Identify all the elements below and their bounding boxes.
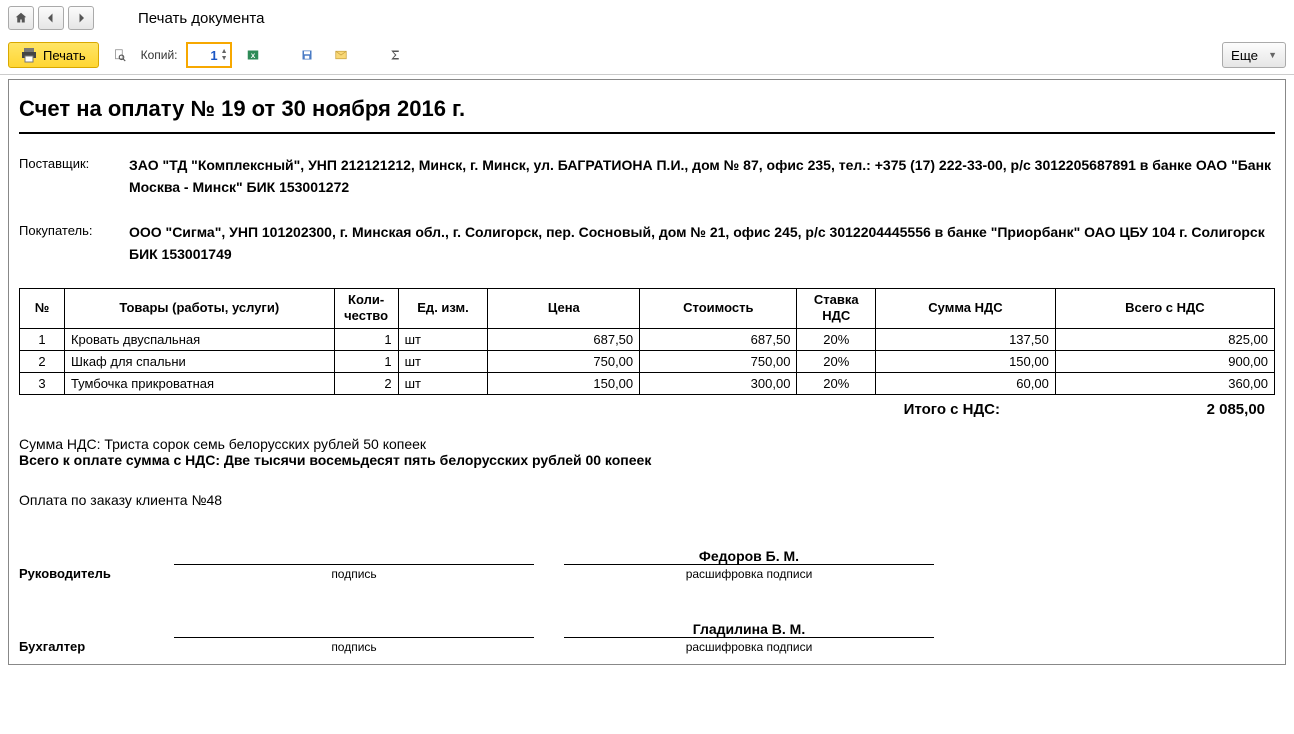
supplier-label: Поставщик: — [19, 154, 129, 171]
col-vatrate: Ставка НДС — [797, 288, 876, 329]
amount-words: Сумма НДС: Триста сорок семь белорусских… — [19, 436, 1275, 468]
cell-price: 687,50 — [488, 329, 640, 351]
items-table: № Товары (работы, услуги) Коли-чество Ед… — [19, 288, 1275, 396]
cell-name: Тумбочка прикроватная — [64, 373, 334, 395]
arrow-left-icon — [45, 10, 57, 26]
arrow-right-icon — [75, 10, 87, 26]
accountant-sig-line: подпись — [174, 637, 534, 654]
sigma-icon — [389, 47, 401, 63]
more-button[interactable]: Еще ▼ — [1222, 42, 1286, 68]
cell-price: 750,00 — [488, 351, 640, 373]
cell-vatsum: 150,00 — [876, 351, 1056, 373]
print-button[interactable]: Печать — [8, 42, 99, 68]
svg-text:X: X — [250, 53, 255, 60]
toolbar: Печать Копий: 1 ▲ ▼ X Еще ▼ — [0, 36, 1294, 75]
cell-vatrate: 20% — [797, 329, 876, 351]
col-name: Товары (работы, услуги) — [64, 288, 334, 329]
cell-cost: 687,50 — [640, 329, 797, 351]
director-label: Руководитель — [19, 566, 174, 581]
save-button[interactable] — [294, 42, 320, 68]
director-sig-line: подпись — [174, 564, 534, 581]
excel-button[interactable]: X — [240, 42, 266, 68]
copies-label: Копий: — [141, 48, 178, 62]
cell-vatsum: 60,00 — [876, 373, 1056, 395]
cell-unit: шт — [398, 329, 488, 351]
copies-value: 1 — [192, 48, 221, 63]
cell-name: Шкаф для спальни — [64, 351, 334, 373]
supplier-details: ЗАО "ТД "Комплексный", УНП 212121212, Ми… — [129, 154, 1275, 199]
document-title: Счет на оплату № 19 от 30 ноября 2016 г. — [19, 96, 1275, 134]
col-num: № — [20, 288, 65, 329]
buyer-details: ООО "Сигма", УНП 101202300, г. Минская о… — [129, 221, 1275, 266]
back-button[interactable] — [38, 6, 64, 30]
home-button[interactable] — [8, 6, 34, 30]
supplier-row: Поставщик: ЗАО "ТД "Комплексный", УНП 21… — [19, 154, 1275, 199]
top-nav: Печать документа — [0, 0, 1294, 36]
sign-director: Руководитель подпись Федоров Б. М. расши… — [19, 548, 1275, 581]
stepper-arrows[interactable]: ▲ ▼ — [221, 48, 228, 62]
chevron-down-icon: ▼ — [1268, 50, 1277, 60]
cell-cost: 750,00 — [640, 351, 797, 373]
envelope-icon — [335, 47, 347, 63]
table-row: 1Кровать двуспальная1шт687,50687,5020%13… — [20, 329, 1275, 351]
document-area: Счет на оплату № 19 от 30 ноября 2016 г.… — [8, 79, 1286, 665]
totals-value: 2 085,00 — [1165, 401, 1275, 418]
col-cost: Стоимость — [640, 288, 797, 329]
cell-vatrate: 20% — [797, 351, 876, 373]
col-price: Цена — [488, 288, 640, 329]
order-note: Оплата по заказу клиента №48 — [19, 492, 1275, 508]
cell-vatsum: 137,50 — [876, 329, 1056, 351]
accountant-name-hint: расшифровка подписи — [564, 637, 934, 654]
totals-row: Итого с НДС: 2 085,00 — [19, 401, 1275, 418]
cell-qty: 2 — [334, 373, 398, 395]
copies-stepper[interactable]: 1 ▲ ▼ — [186, 42, 232, 68]
col-unit: Ед. изм. — [398, 288, 488, 329]
stepper-up-icon[interactable]: ▲ — [221, 48, 228, 55]
more-button-label: Еще — [1231, 48, 1258, 63]
sign-accountant: Бухгалтер подпись Гладилина В. М. расшиф… — [19, 621, 1275, 654]
page-magnify-icon — [114, 47, 126, 63]
excel-icon: X — [247, 47, 259, 63]
accountant-name: Гладилина В. М. — [564, 621, 934, 637]
forward-button[interactable] — [68, 6, 94, 30]
cell-total: 360,00 — [1055, 373, 1274, 395]
home-icon — [15, 10, 27, 26]
document: Счет на оплату № 19 от 30 ноября 2016 г.… — [9, 80, 1285, 664]
accountant-label: Бухгалтер — [19, 639, 174, 654]
cell-qty: 1 — [334, 351, 398, 373]
table-row: 3Тумбочка прикроватная2шт150,00300,0020%… — [20, 373, 1275, 395]
director-name-hint: расшифровка подписи — [564, 564, 934, 581]
save-icon — [301, 47, 313, 63]
preview-button[interactable] — [107, 42, 133, 68]
email-button[interactable] — [328, 42, 354, 68]
cell-total: 825,00 — [1055, 329, 1274, 351]
col-qty: Коли-чество — [334, 288, 398, 329]
buyer-label: Покупатель: — [19, 221, 129, 238]
cell-total: 900,00 — [1055, 351, 1274, 373]
print-button-label: Печать — [43, 48, 86, 63]
page-title: Печать документа — [138, 10, 264, 27]
cell-cost: 300,00 — [640, 373, 797, 395]
col-total: Всего с НДС — [1055, 288, 1274, 329]
director-name: Федоров Б. М. — [564, 548, 934, 564]
sum-button[interactable] — [382, 42, 408, 68]
cell-unit: шт — [398, 351, 488, 373]
cell-num: 1 — [20, 329, 65, 351]
cell-unit: шт — [398, 373, 488, 395]
cell-price: 150,00 — [488, 373, 640, 395]
cell-name: Кровать двуспальная — [64, 329, 334, 351]
buyer-row: Покупатель: ООО "Сигма", УНП 101202300, … — [19, 221, 1275, 266]
totals-label: Итого с НДС: — [904, 401, 1000, 418]
printer-icon — [21, 47, 37, 63]
stepper-down-icon[interactable]: ▼ — [221, 55, 228, 62]
col-vatsum: Сумма НДС — [876, 288, 1056, 329]
vat-words: Сумма НДС: Триста сорок семь белорусских… — [19, 436, 1275, 452]
items-header-row: № Товары (работы, услуги) Коли-чество Ед… — [20, 288, 1275, 329]
cell-num: 3 — [20, 373, 65, 395]
cell-vatrate: 20% — [797, 373, 876, 395]
table-row: 2Шкаф для спальни1шт750,00750,0020%150,0… — [20, 351, 1275, 373]
cell-num: 2 — [20, 351, 65, 373]
cell-qty: 1 — [334, 329, 398, 351]
total-words: Всего к оплате сумма с НДС: Две тысячи в… — [19, 452, 1275, 468]
